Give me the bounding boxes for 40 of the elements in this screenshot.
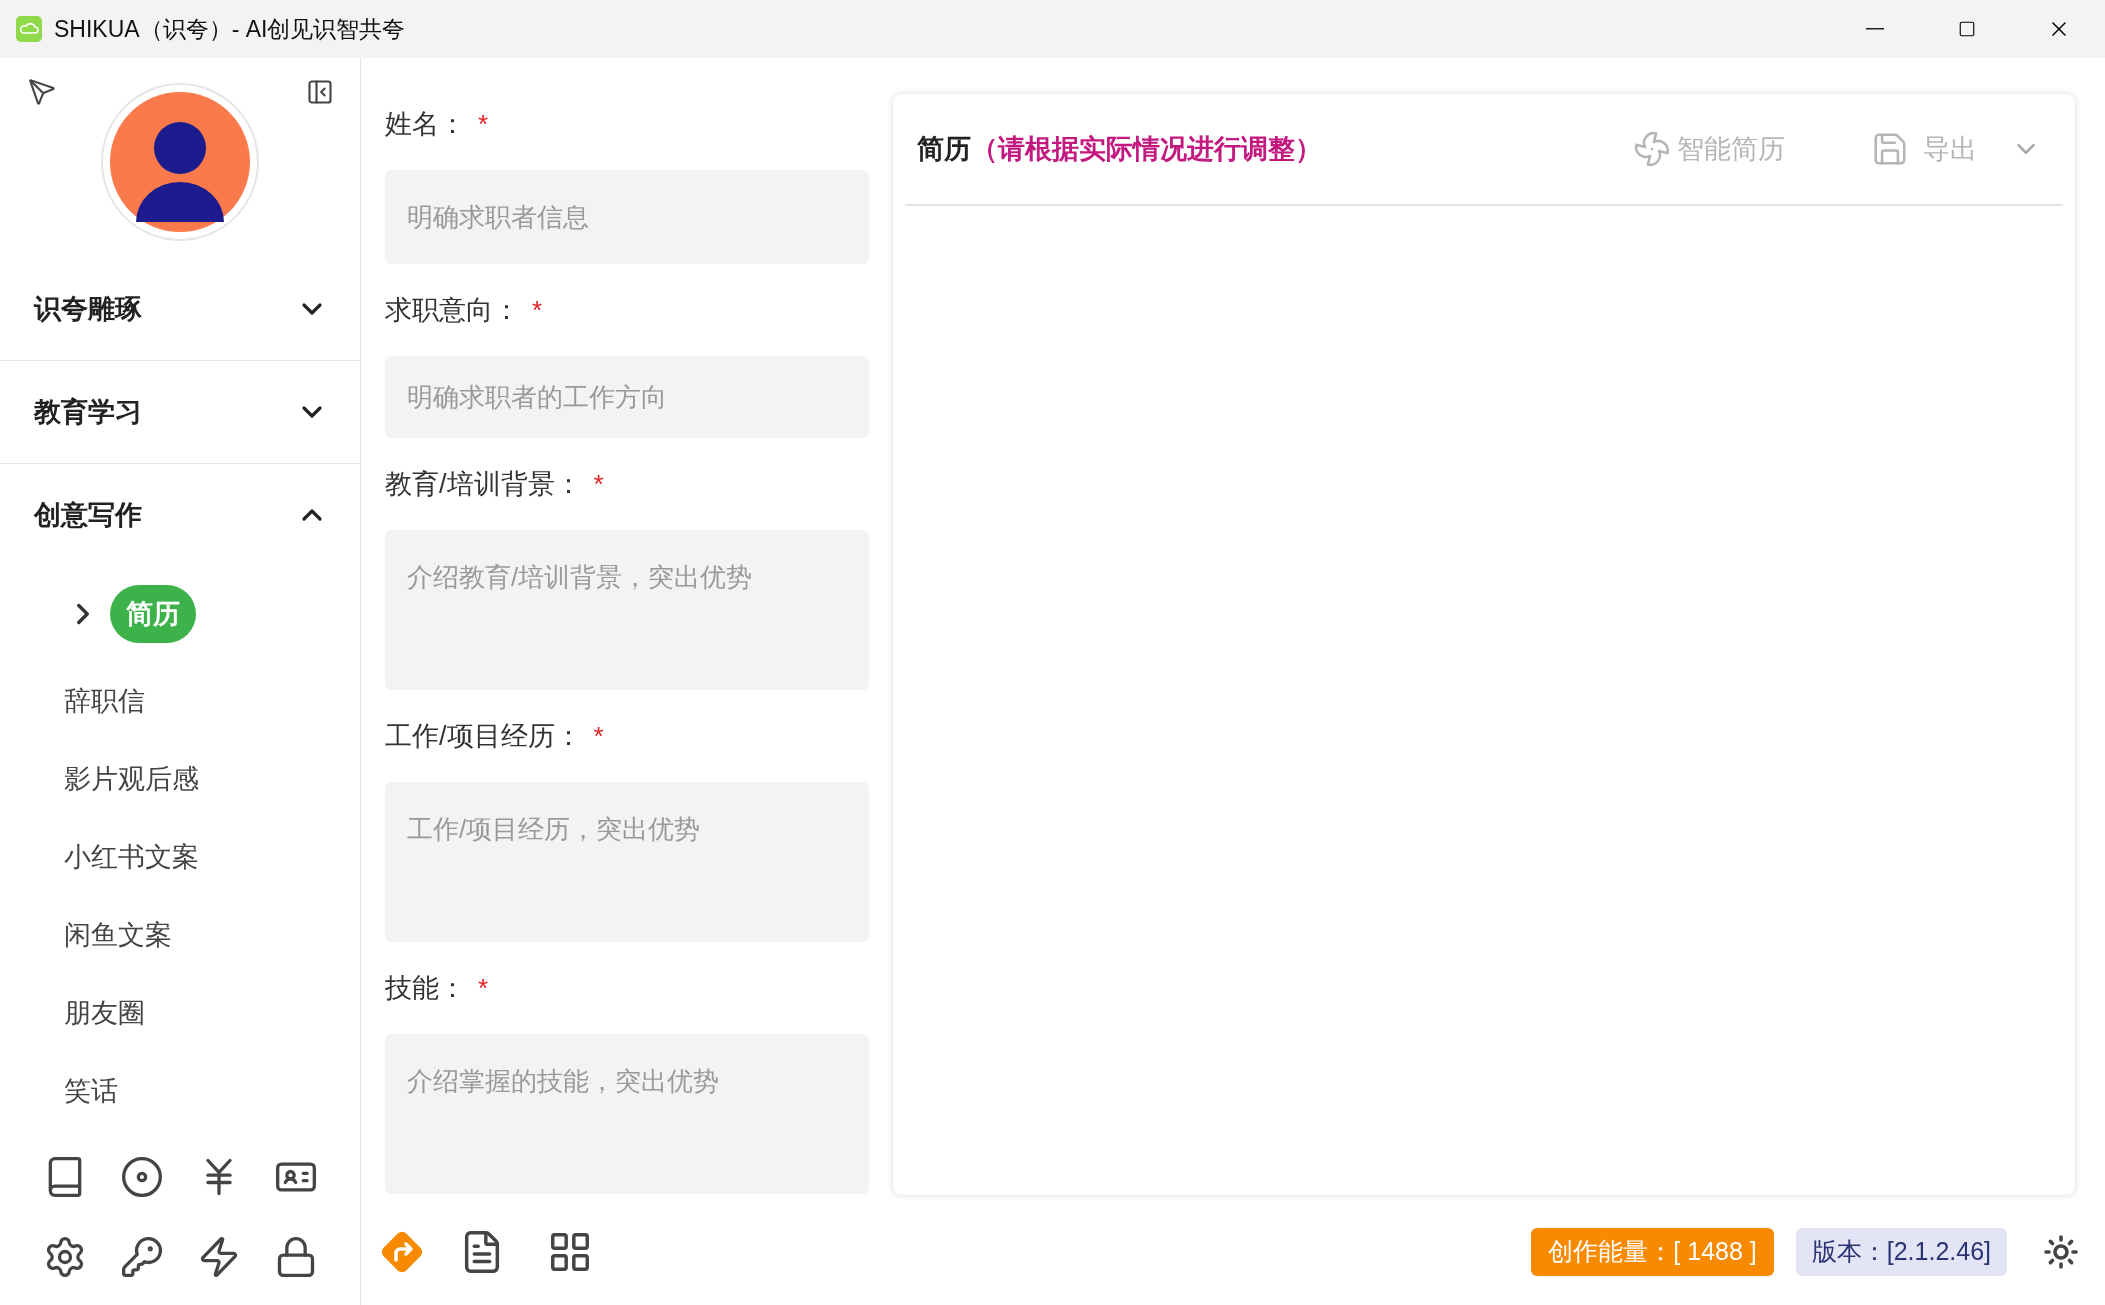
panel-hint: （请根据实际情况进行调整） <box>971 132 1322 166</box>
disc-icon[interactable] <box>119 1155 164 1199</box>
field-label: 工作/项目经历： <box>385 719 582 753</box>
required-asterisk: * <box>478 971 489 1005</box>
text-area[interactable]: 工作/项目经历，突出优势 <box>385 782 869 942</box>
required-asterisk: * <box>532 293 543 327</box>
menu-group-header[interactable]: 识夸雕琢 <box>0 258 360 360</box>
input-field[interactable]: 明确求职者的工作方向 <box>385 356 869 438</box>
menu-item[interactable]: 影片观后感 <box>64 758 199 800</box>
fan-icon <box>1633 130 1671 168</box>
panel-title: 简历 <box>917 132 971 166</box>
window-title: SHIKUA（识夸）- AI创见识智共夸 <box>54 14 406 44</box>
menu-group-header[interactable]: 教育学习 <box>0 361 360 463</box>
menu-item[interactable]: 小红书文案 <box>64 836 199 878</box>
menu-item[interactable]: 朋友圈 <box>64 992 145 1034</box>
menu-item[interactable]: 辞职信 <box>64 680 145 722</box>
menu-group-header[interactable]: 创意写作 <box>0 464 360 566</box>
menu-item[interactable]: 笑话 <box>64 1070 118 1112</box>
version-badge: 版本：[2.1.2.46] <box>1795 1228 2007 1276</box>
field-label: 教育/培训背景： <box>385 467 582 501</box>
cloud-app-icon <box>16 16 42 42</box>
field-label: 技能： <box>385 971 466 1005</box>
minimize-icon <box>1866 28 1884 30</box>
field-label: 求职意向： <box>385 293 520 327</box>
avatar[interactable] <box>100 82 260 242</box>
required-asterisk: * <box>593 719 604 753</box>
required-asterisk: * <box>478 107 489 141</box>
menu-item[interactable]: 闲鱼文案 <box>64 914 172 956</box>
required-asterisk: * <box>593 467 604 501</box>
collapse-sidebar-icon[interactable] <box>306 78 334 106</box>
input-field[interactable]: 明确求职者信息 <box>385 170 869 264</box>
theme-toggle-icon[interactable] <box>2043 1234 2079 1270</box>
save-icon <box>1871 130 1909 168</box>
maximize-icon <box>1958 20 1976 38</box>
key-icon[interactable] <box>119 1235 164 1279</box>
field-label: 姓名： <box>385 107 466 141</box>
text-area[interactable]: 介绍掌握的技能，突出优势 <box>385 1034 869 1194</box>
send-icon[interactable] <box>28 78 56 106</box>
energy-badge: 创作能量：[ 1488 ] <box>1531 1228 1774 1276</box>
text-area[interactable]: 介绍教育/培训背景，突出优势 <box>385 530 869 690</box>
